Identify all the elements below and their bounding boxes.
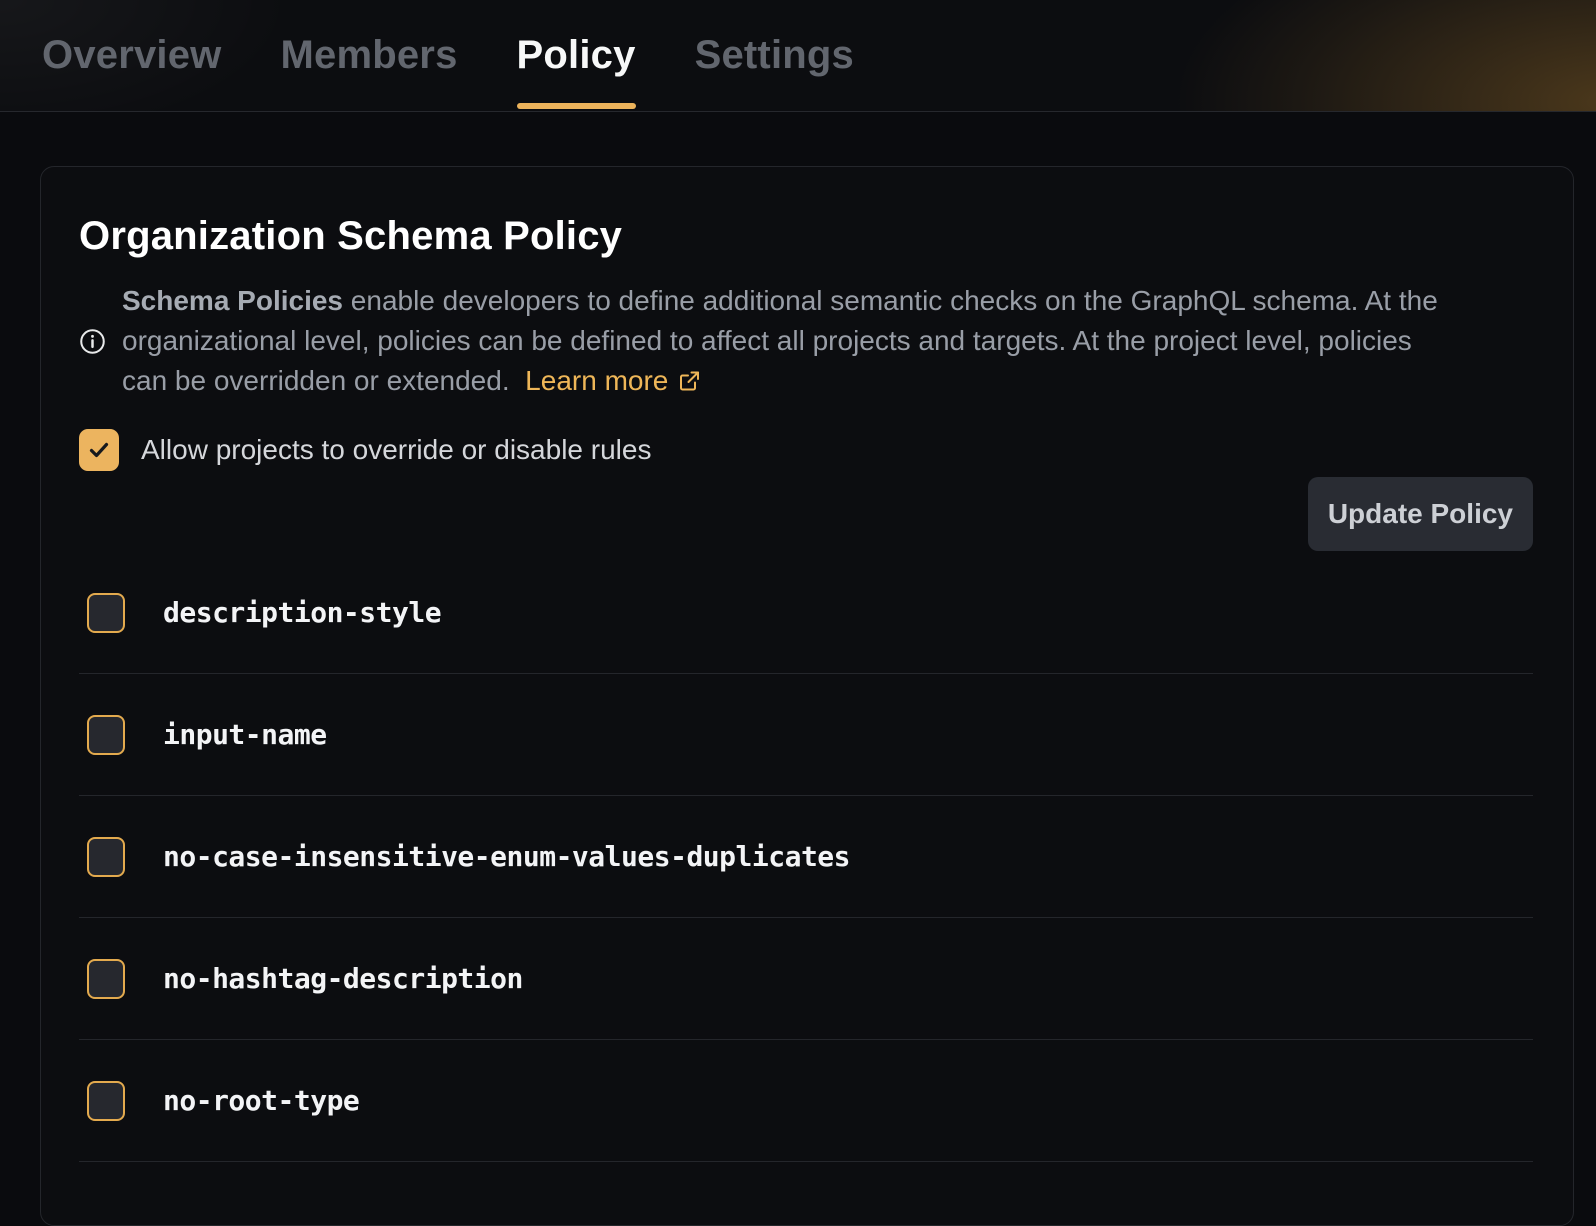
policy-description: Schema Policies enable developers to def… xyxy=(79,281,1533,401)
rule-checkbox[interactable] xyxy=(87,1081,125,1121)
rule-row-no-root-type[interactable]: no-root-type xyxy=(79,1040,1533,1162)
rule-checkbox[interactable] xyxy=(87,715,125,755)
update-policy-row: Update Policy xyxy=(79,477,1533,551)
description-line-2: organizational level, policies can be de… xyxy=(122,321,1438,361)
rule-name: no-hashtag-description xyxy=(163,962,523,995)
rules-list: description-style input-name no-case-ins… xyxy=(79,552,1533,1162)
rule-row-no-case-insensitive-enum-values-duplicates[interactable]: no-case-insensitive-enum-values-duplicat… xyxy=(79,796,1533,918)
tab-settings[interactable]: Settings xyxy=(695,0,854,111)
org-tabbar: Overview Members Policy Settings xyxy=(0,0,1596,112)
allow-override-row: Allow projects to override or disable ru… xyxy=(79,429,1533,471)
description-line-1-rest: enable developers to define additional s… xyxy=(343,285,1438,316)
tab-members[interactable]: Members xyxy=(281,0,458,111)
update-policy-button[interactable]: Update Policy xyxy=(1308,477,1533,551)
tab-overview[interactable]: Overview xyxy=(42,0,222,111)
tab-policy[interactable]: Policy xyxy=(517,0,636,111)
rule-checkbox[interactable] xyxy=(87,593,125,633)
page-title: Organization Schema Policy xyxy=(79,215,1533,257)
description-line-1: Schema Policies enable developers to def… xyxy=(122,281,1438,321)
rule-checkbox[interactable] xyxy=(87,837,125,877)
description-line-3: can be overridden or extended. Learn mor… xyxy=(122,361,1438,401)
learn-more-link[interactable]: Learn more xyxy=(525,361,701,401)
external-link-icon xyxy=(677,369,701,393)
rule-row-input-name[interactable]: input-name xyxy=(79,674,1533,796)
rule-name: description-style xyxy=(163,596,441,629)
rule-name: input-name xyxy=(163,718,327,751)
rule-name: no-root-type xyxy=(163,1084,359,1117)
allow-override-label[interactable]: Allow projects to override or disable ru… xyxy=(141,434,651,466)
description-lead: Schema Policies xyxy=(122,285,343,316)
rule-name: no-case-insensitive-enum-values-duplicat… xyxy=(163,840,850,873)
allow-override-checkbox[interactable] xyxy=(79,429,119,471)
policy-description-text: Schema Policies enable developers to def… xyxy=(122,281,1438,401)
info-circle-icon xyxy=(79,328,106,355)
rule-row-no-hashtag-description[interactable]: no-hashtag-description xyxy=(79,918,1533,1040)
schema-policy-card: Organization Schema Policy Schema Polici… xyxy=(40,166,1574,1226)
learn-more-label: Learn more xyxy=(525,361,668,401)
rule-checkbox[interactable] xyxy=(87,959,125,999)
rule-row-description-style[interactable]: description-style xyxy=(79,552,1533,674)
